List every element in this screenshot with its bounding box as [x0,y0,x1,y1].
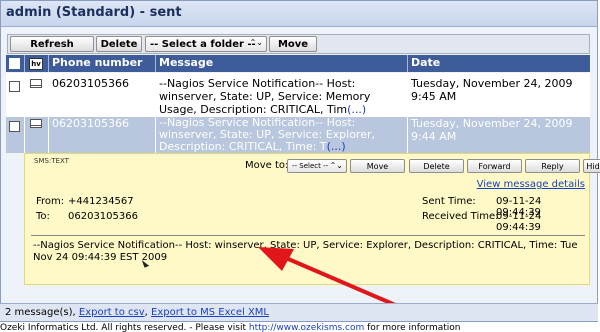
view-message-details-link[interactable]: View message details [477,179,585,190]
received-time-label: Received Time: [422,211,499,222]
more-link[interactable]: (...) [327,140,346,153]
detail-folder-select[interactable]: -- Select -- ⌃⌄ [287,159,347,173]
hide-button[interactable]: Hide [583,159,600,173]
detail-delete-button[interactable]: Delete [409,159,464,173]
website-link[interactable]: http://www.ozekisms.com [249,323,364,332]
status-cell [25,73,49,117]
more-link[interactable]: (...) [347,103,366,116]
from-label: From: [36,196,65,207]
row-date: Tuesday, November 24, 2009 9:45 AM [411,77,573,103]
reply-button[interactable]: Reply [525,159,580,173]
forward-button[interactable]: Forward [467,159,522,173]
export-csv-link[interactable]: Export to csv [79,307,145,318]
row-date: Tuesday, November 24, 2009 9:44 AM [411,117,573,143]
refresh-button[interactable]: Refresh [10,36,94,52]
row-message-cell: --Nagios Service Notification-- Host: wi… [156,73,408,117]
date-header[interactable]: Date [408,55,590,72]
select-all-checkbox[interactable] [9,58,20,69]
row-message-cell: --Nagios Service Notification-- Host: wi… [156,117,408,153]
sent-time-label: Sent Time: [422,196,476,207]
row-message: --Nagios Service Notification-- Host: wi… [159,77,371,116]
open-envelope-icon [30,119,42,128]
copyright-prefix: Ozeki Informatics Ltd. All rights reserv… [0,323,246,332]
message-type: SMS:TEXT [34,157,69,165]
move-to-label: Move to: [245,160,289,171]
from-value: +441234567 [68,196,134,207]
updown-icon: ⌃⌄ [329,161,343,170]
folder-select[interactable]: -- Select a folder -- ⌃⌄ [145,36,267,52]
window-title: admin (Standard) - sent [1,1,597,27]
envelope-icon [30,79,42,88]
footer-bar: 2 message(s), Export to csv, Export to M… [0,303,598,321]
table-row[interactable]: 06203105366 --Nagios Service Notificatio… [6,73,590,117]
message-header[interactable]: Message [156,55,408,72]
received-time-value: 09-11-24 09:44:39 [496,211,542,233]
status-cell [25,117,49,153]
row-phone: 06203105366 [49,117,156,153]
to-label: To: [36,211,50,222]
folder-select-value: -- Select a folder -- [150,38,256,50]
phone-header[interactable]: Phone number [49,55,156,72]
row-phone: 06203105366 [49,73,156,117]
table-header: hv Phone number Message Date [6,55,590,72]
copyright-text: Ozeki Informatics Ltd. All rights reserv… [0,323,461,332]
updown-icon: ⌃⌄ [249,38,263,47]
detail-folder-select-value: -- Select -- [292,162,329,170]
copyright-suffix: for more information [367,323,461,332]
row-checkbox-cell [6,73,25,117]
detail-move-button[interactable]: Move [350,159,405,173]
toolbar: Refresh Delete -- Select a folder -- ⌃⌄ … [7,34,590,54]
row-checkbox[interactable] [9,121,20,132]
export-excel-link[interactable]: Export to MS Excel XML [151,307,269,318]
hv-icon: hv [29,58,43,70]
divider [31,235,585,236]
to-value: 06203105366 [68,211,138,222]
table-row-selected[interactable]: 06203105366 --Nagios Service Notificatio… [6,117,590,153]
row-checkbox-cell [6,117,25,153]
row-checkbox[interactable] [9,81,20,92]
select-all-cell [6,55,25,72]
message-count: 2 message(s), [5,307,76,318]
delete-button[interactable]: Delete [96,36,142,52]
hv-header[interactable]: hv [25,55,49,72]
move-button[interactable]: Move [269,36,317,52]
